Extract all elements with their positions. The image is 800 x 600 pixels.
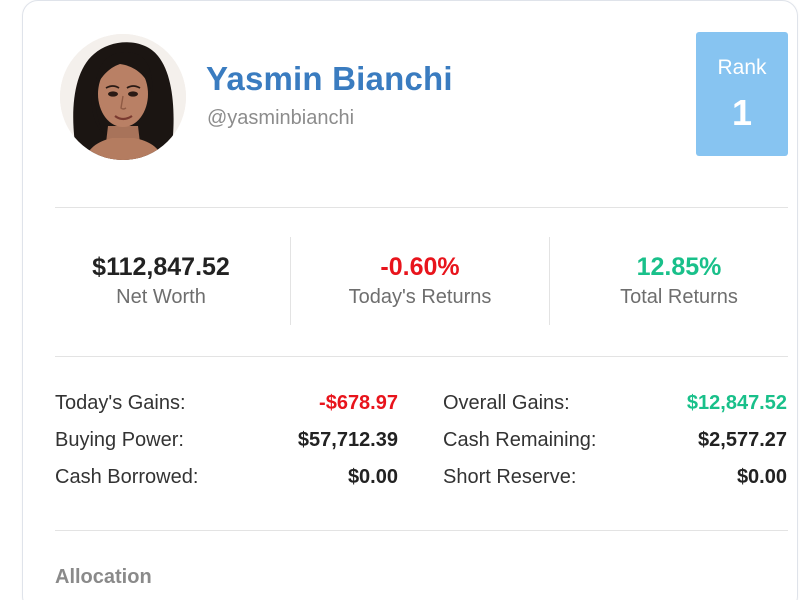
detail-value: -$678.97 <box>319 392 398 414</box>
section-divider <box>55 356 788 357</box>
stat-value: -0.60% <box>380 253 460 281</box>
left-gutter <box>0 0 22 600</box>
section-divider <box>55 530 788 531</box>
detail-value: $2,577.27 <box>698 429 787 451</box>
rank-label: Rank <box>717 56 767 79</box>
detail-label: Short Reserve: <box>443 466 577 488</box>
stat-value: $112,847.52 <box>92 253 230 281</box>
detail-value: $12,847.52 <box>686 392 787 414</box>
stat-label: Net Worth <box>116 286 206 308</box>
stat-divider <box>549 237 550 325</box>
rank-value: 1 <box>731 92 753 133</box>
detail-value: $0.00 <box>736 466 787 488</box>
user-handle: @yasminbianchi <box>207 107 355 129</box>
stat-value: 12.85% <box>636 253 722 281</box>
detail-label: Cash Remaining: <box>443 429 597 451</box>
stat-todays-returns: -0.60% Today's Returns <box>300 252 540 311</box>
user-portrait-icon <box>60 34 186 160</box>
detail-label: Overall Gains: <box>443 392 570 414</box>
detail-value: $0.00 <box>347 466 398 488</box>
detail-value: $57,712.39 <box>297 429 398 451</box>
stat-label: Total Returns <box>620 286 738 308</box>
detail-label: Buying Power: <box>55 429 184 451</box>
rank-badge: Rank 1 <box>696 32 788 156</box>
section-divider <box>55 207 788 208</box>
stat-net-worth: $112,847.52 Net Worth <box>41 252 281 311</box>
stat-total-returns: 12.85% Total Returns <box>559 252 799 311</box>
user-name[interactable]: Yasmin Bianchi <box>206 60 453 98</box>
stat-divider <box>290 237 291 325</box>
avatar[interactable] <box>60 34 186 160</box>
stat-label: Today's Returns <box>348 286 492 308</box>
profile-card-frame: Yasmin Bianchi @yasminbianchi Rank 1 $11… <box>0 0 800 600</box>
detail-label: Cash Borrowed: <box>55 466 199 488</box>
detail-label: Today's Gains: <box>55 392 186 414</box>
allocation-title: Allocation <box>55 566 152 588</box>
